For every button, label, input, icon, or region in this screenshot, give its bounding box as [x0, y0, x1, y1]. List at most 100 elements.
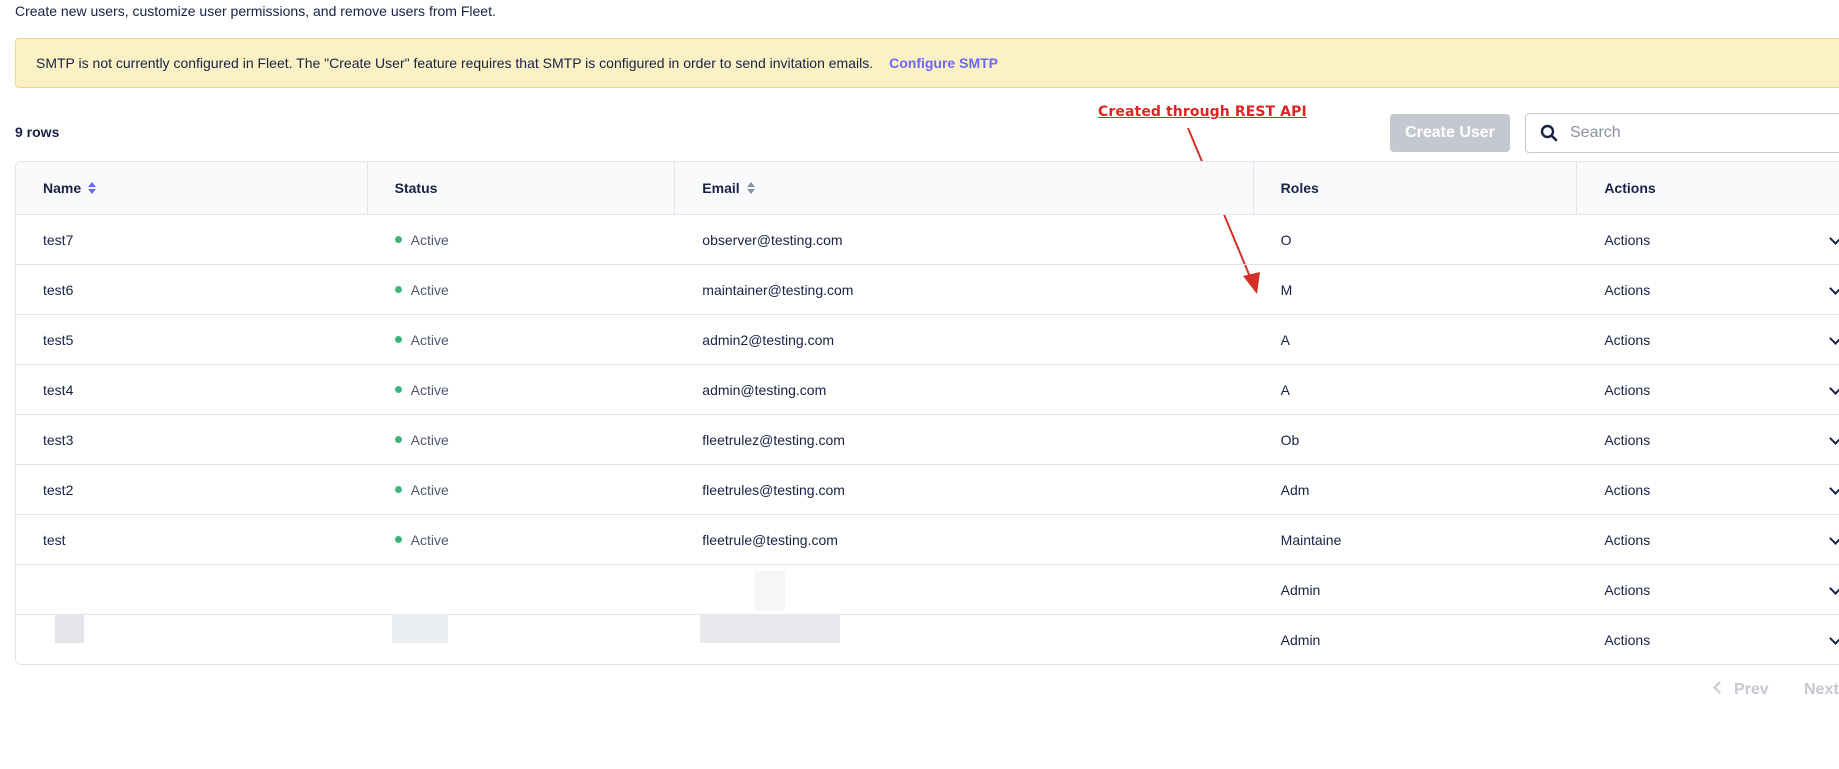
- prev-label: Prev: [1734, 681, 1769, 698]
- cell-email: admin2@testing.com: [702, 331, 835, 348]
- cell-status: Active: [368, 315, 676, 364]
- prev-page-button[interactable]: Prev: [1713, 681, 1769, 699]
- actions-dropdown[interactable]: Actions: [1577, 565, 1839, 614]
- configure-smtp-link[interactable]: Configure SMTP: [889, 55, 998, 71]
- cell-email: maintainer@testing.com: [702, 281, 854, 298]
- actions-chevron[interactable]: [1826, 215, 1839, 265]
- status-dot-icon: [394, 286, 402, 293]
- actions-chevron[interactable]: [1826, 365, 1839, 415]
- row-count: 9 rows: [15, 124, 60, 140]
- actions-dropdown[interactable]: Actions: [1577, 615, 1839, 664]
- cell-status: Active: [368, 465, 676, 514]
- header-name[interactable]: Name: [16, 162, 368, 214]
- actions-chevron[interactable]: [1826, 415, 1839, 465]
- cell-name-redacted: [16, 565, 368, 614]
- header-status: Status: [368, 162, 676, 214]
- search-icon: [1540, 124, 1558, 142]
- table-row: Admin Actions: [16, 615, 1839, 664]
- cell-status: Active: [368, 365, 676, 414]
- header-name-label: Name: [43, 180, 82, 196]
- status-text: Active: [410, 331, 449, 348]
- cell-role: Admin: [1280, 632, 1321, 648]
- header-email-label: Email: [702, 180, 740, 196]
- actions-chevron[interactable]: [1826, 565, 1839, 615]
- cell-name: test2: [43, 481, 74, 498]
- status-text: Active: [410, 231, 449, 248]
- status-text: Active: [410, 481, 449, 498]
- redaction-block: [755, 571, 785, 611]
- actions-dropdown[interactable]: Actions: [1577, 365, 1839, 414]
- actions-dropdown[interactable]: Actions: [1577, 415, 1839, 464]
- actions-dropdown[interactable]: Actions: [1577, 515, 1839, 564]
- cell-email: fleetrulez@testing.com: [702, 431, 845, 448]
- status-text: Active: [410, 531, 449, 548]
- status-dot-icon: [394, 536, 402, 543]
- table-row: test5 Active admin2@testing.com A Action…: [16, 315, 1839, 365]
- status-dot-icon: [394, 236, 402, 243]
- cell-status: Active: [368, 265, 676, 314]
- cell-status: Active: [368, 415, 676, 464]
- cell-email: fleetrule@testing.com: [702, 531, 838, 548]
- header-email[interactable]: Email: [675, 162, 1254, 214]
- cell-email: fleetrules@testing.com: [702, 481, 845, 498]
- table-row: test3 Active fleetrulez@testing.com Ob A…: [16, 415, 1839, 465]
- table-row: test2 Active fleetrules@testing.com Adm …: [16, 465, 1839, 515]
- redaction-block: [392, 614, 448, 643]
- annotation-label: Created through REST API: [1098, 104, 1307, 120]
- sort-icon[interactable]: [746, 182, 755, 194]
- actions-label: Actions: [1604, 632, 1651, 648]
- chevron-down-icon: [1829, 331, 1839, 345]
- status-text: Active: [410, 381, 449, 398]
- actions-dropdown[interactable]: Actions: [1577, 215, 1839, 264]
- actions-label: Actions: [1604, 331, 1651, 348]
- cell-name: test4: [43, 381, 74, 398]
- actions-dropdown[interactable]: Actions: [1577, 465, 1839, 514]
- cell-name: test7: [43, 231, 74, 248]
- actions-chevron[interactable]: [1826, 515, 1839, 565]
- actions-dropdown[interactable]: Actions: [1577, 265, 1839, 314]
- header-roles-label: Roles: [1280, 180, 1319, 196]
- status-dot-icon: [394, 386, 402, 393]
- table-row: Admin Actions: [16, 565, 1839, 615]
- actions-chevron[interactable]: [1826, 465, 1839, 515]
- redaction-block: [700, 614, 840, 643]
- header-status-label: Status: [394, 180, 438, 196]
- table-row: test Active fleetrule@testing.com Mainta…: [16, 515, 1839, 565]
- chevron-down-icon: [1829, 431, 1839, 445]
- cell-name: test: [43, 531, 66, 548]
- sort-icon[interactable]: [88, 182, 97, 194]
- chevron-down-icon: [1829, 281, 1839, 295]
- search-input[interactable]: [1568, 123, 1822, 143]
- actions-chevron[interactable]: [1826, 265, 1839, 315]
- table-row: test7 Active observer@testing.com O Acti…: [16, 215, 1839, 265]
- actions-label: Actions: [1604, 231, 1651, 248]
- status-text: Active: [410, 281, 449, 298]
- table-body: test7 Active observer@testing.com O Acti…: [16, 215, 1839, 664]
- next-page-button[interactable]: Next: [1804, 681, 1839, 699]
- actions-chevron[interactable]: [1826, 615, 1839, 664]
- actions-label: Actions: [1604, 531, 1651, 548]
- cell-role: M: [1280, 281, 1293, 298]
- cell-role: Maintaine: [1280, 531, 1342, 548]
- cell-role: A: [1280, 331, 1290, 348]
- create-user-button[interactable]: Create User: [1390, 114, 1510, 152]
- status-dot-icon: [394, 436, 402, 443]
- search-box[interactable]: [1525, 113, 1839, 153]
- header-actions-label: Actions: [1604, 180, 1656, 196]
- header-actions: Actions: [1577, 162, 1839, 214]
- cell-role: Ob: [1280, 431, 1300, 448]
- cell-role: Admin: [1280, 581, 1321, 598]
- cell-role: O: [1280, 231, 1292, 248]
- actions-label: Actions: [1604, 281, 1651, 298]
- actions-chevron[interactable]: [1826, 315, 1839, 365]
- status-dot-icon: [394, 486, 402, 493]
- actions-label: Actions: [1604, 431, 1651, 448]
- cell-status: Active: [368, 215, 676, 264]
- chevron-down-icon: [1829, 481, 1839, 495]
- smtp-warning-banner: SMTP is not currently configured in Flee…: [15, 38, 1839, 88]
- header-roles: Roles: [1254, 162, 1578, 214]
- chevron-down-icon: [1829, 581, 1839, 595]
- actions-label: Actions: [1604, 581, 1651, 598]
- intro-text: Create new users, customize user permiss…: [15, 3, 496, 19]
- actions-dropdown[interactable]: Actions: [1577, 315, 1839, 364]
